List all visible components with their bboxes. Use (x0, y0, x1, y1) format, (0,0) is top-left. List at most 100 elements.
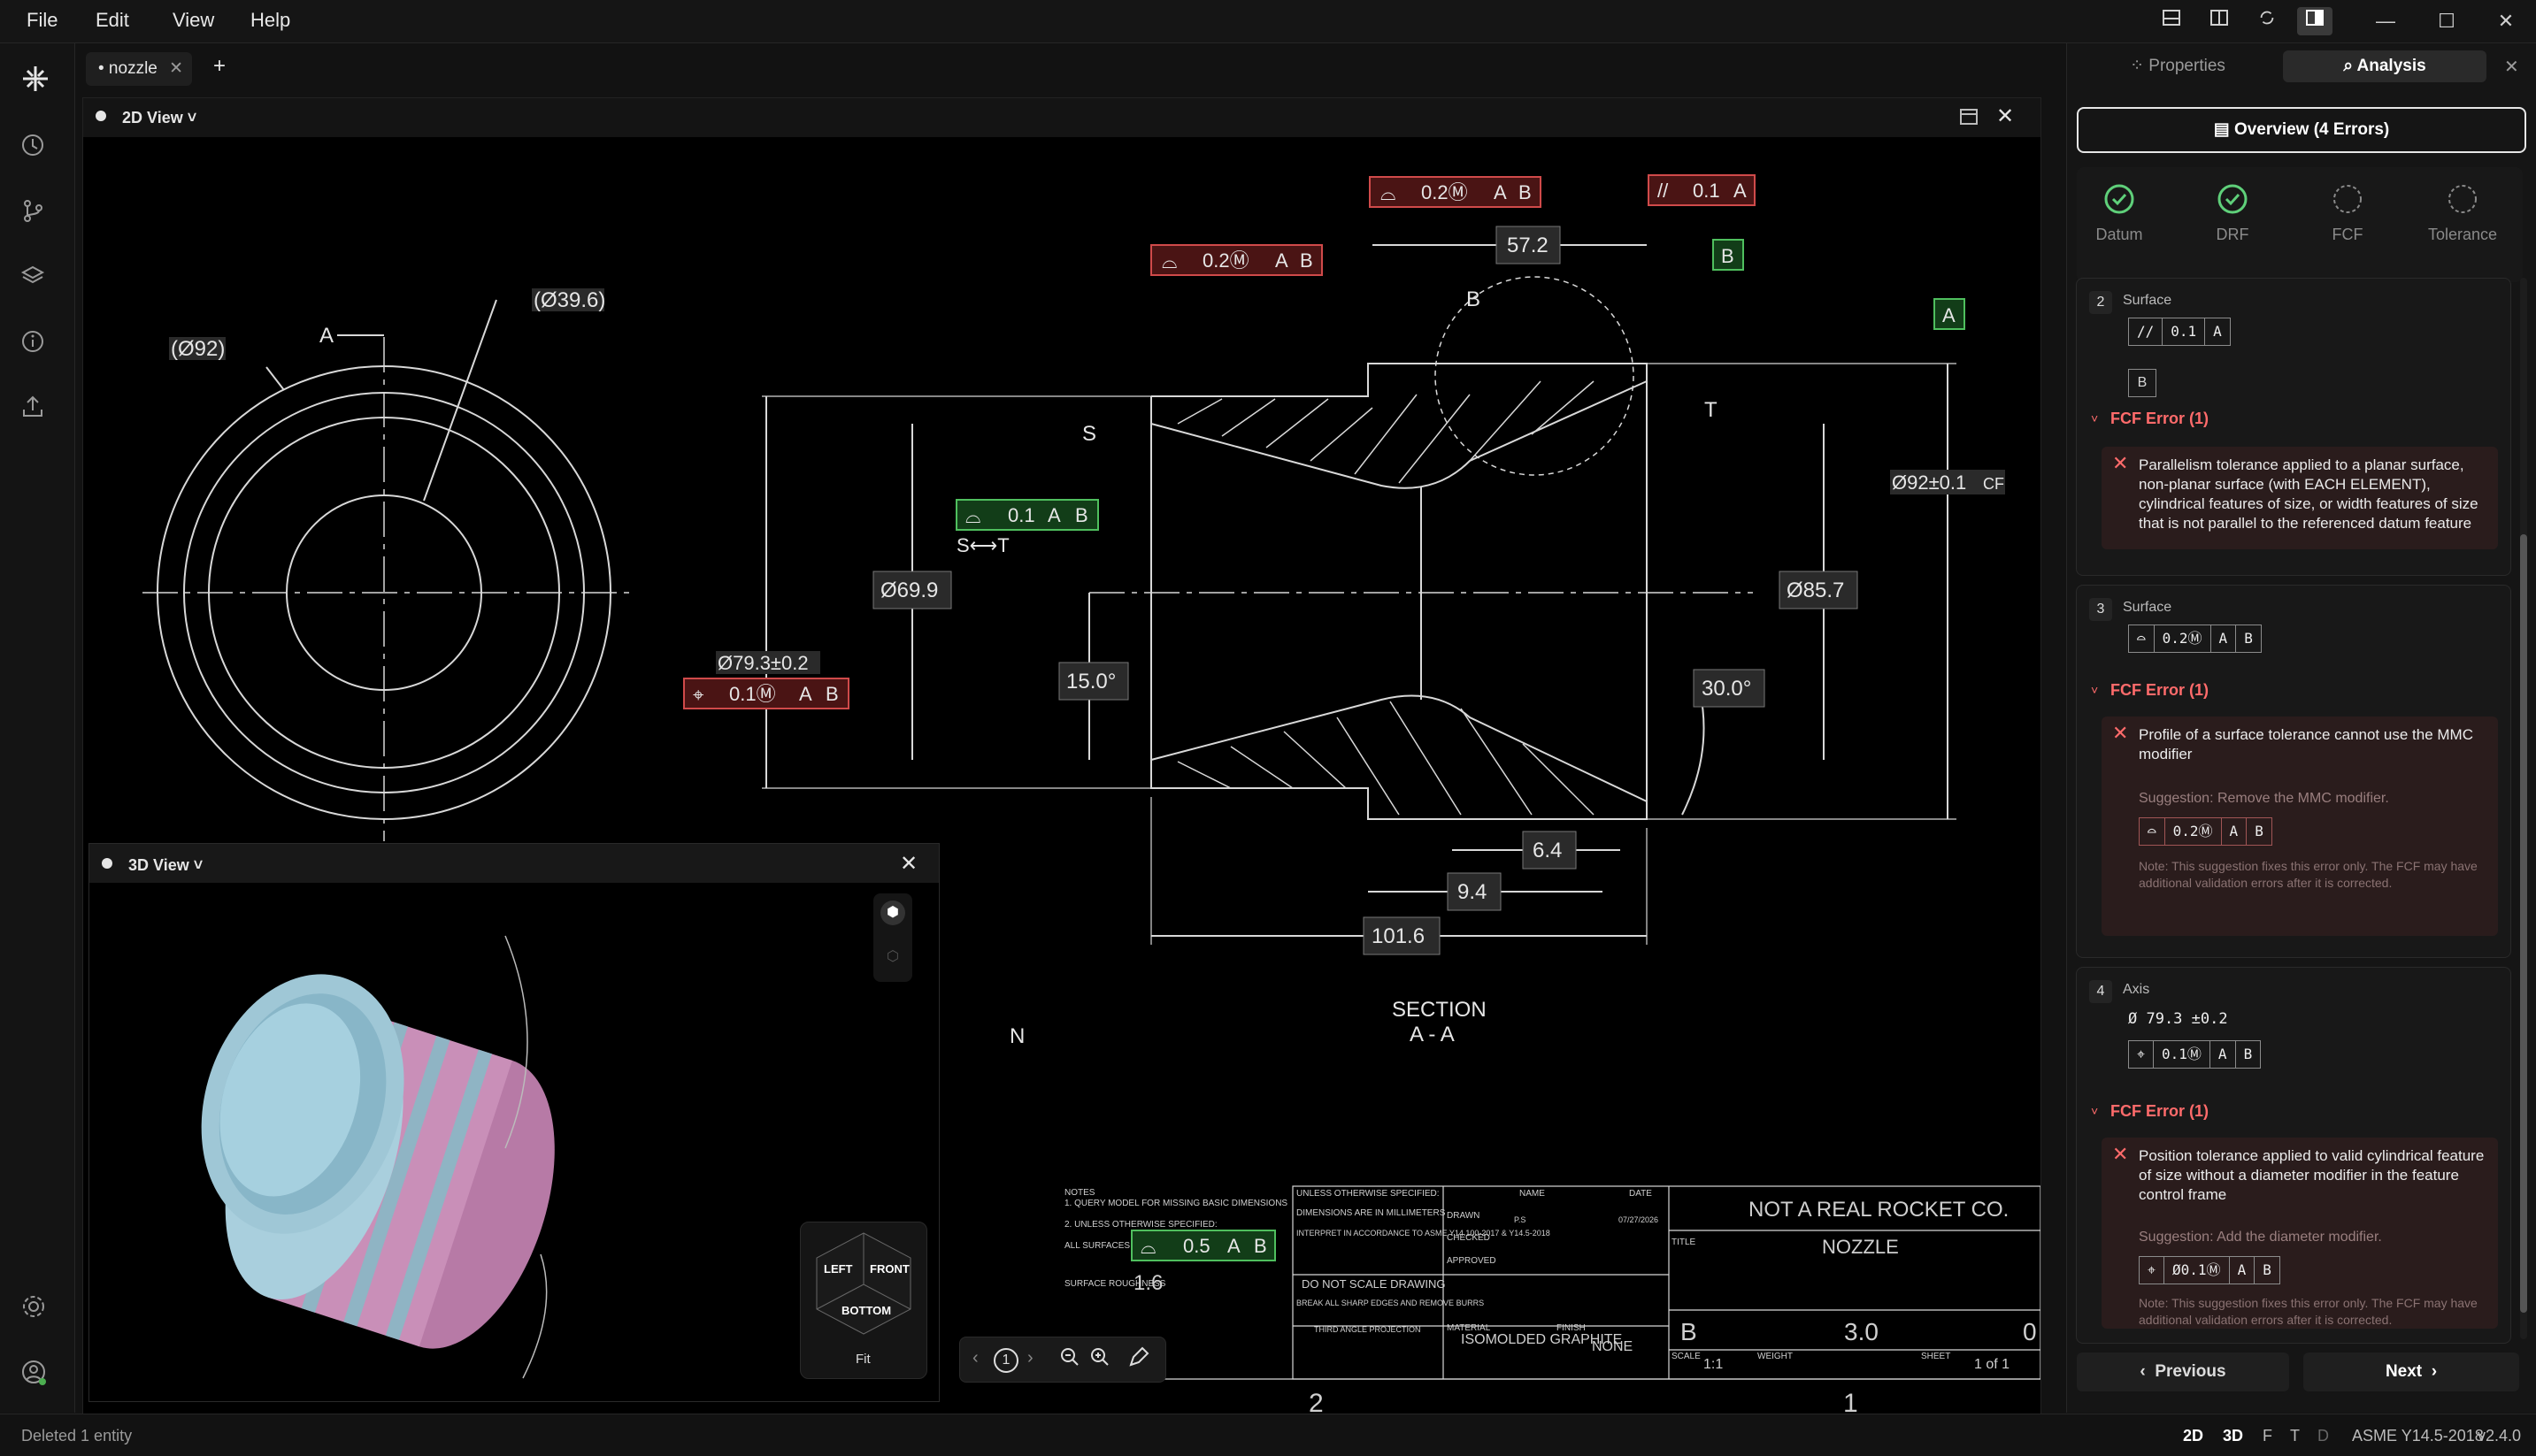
fcf-error-title[interactable]: FCF Error (1) (2110, 1102, 2209, 1121)
error-card-2[interactable]: 2 Surface //0.1 A B ˅ FCF Error (1) ✕ Par… (2076, 278, 2511, 576)
add-tab-button[interactable]: + (213, 54, 226, 79)
fcf-profile-top-left[interactable]: ⌓ 0.2Ⓜ A B (1150, 244, 1323, 276)
info-icon[interactable] (19, 328, 55, 364)
layout-split-icon[interactable] (2202, 7, 2237, 35)
chevron-down-icon[interactable]: ˅ (2091, 1104, 2098, 1118)
mode-2d-toggle[interactable]: 2D (2183, 1427, 2203, 1445)
mode-d-toggle[interactable]: D (2317, 1427, 2329, 1445)
card-fcf: //0.1 A (2128, 318, 2231, 346)
cube-front-face[interactable]: FRONT (870, 1262, 910, 1276)
svg-text:B: B (1075, 504, 1088, 526)
error-card-3[interactable]: 3 Surface ⌓ 0.2Ⓜ A B ˅ FCF Error (1) ✕ Prof… (2076, 585, 2511, 958)
page-number[interactable]: 1 (994, 1348, 1018, 1373)
view-cube[interactable] (811, 1230, 916, 1336)
cube-fit-button[interactable]: Fit (856, 1352, 871, 1367)
export-icon[interactable] (19, 394, 55, 429)
left-rail (0, 43, 75, 1413)
card-type: Surface (2123, 600, 2172, 615)
document-icon: ▤ (2213, 120, 2234, 139)
dim-angle-15[interactable]: 15.0° (1066, 670, 1116, 694)
suggestion-fcf[interactable]: ⌓ 0.2Ⓜ A B (2139, 817, 2272, 846)
overview-button[interactable]: ▤ Overview (4 Errors) (2077, 107, 2526, 153)
dim-d699[interactable]: Ø69.9 (880, 579, 938, 602)
validation-status-row: Datum DRF FCF Tolerance (2077, 167, 2523, 282)
error-message-box: ✕ Parallelism tolerance applied to a pla… (2102, 447, 2498, 549)
wireframe-view-icon[interactable]: ⬡ (880, 945, 905, 969)
view-3d-header: 3D View ˅ ✕ (89, 844, 939, 883)
view-3d-title[interactable]: 3D View ˅ (128, 856, 203, 875)
dim-572[interactable]: 57.2 (1507, 234, 1548, 257)
card-fcf: ⌓ 0.2Ⓜ A B (2128, 625, 2262, 653)
version-label: v2.4.0 (2478, 1427, 2522, 1445)
tb-finish: FINISH (1556, 1323, 1586, 1333)
tab-nozzle[interactable]: • nozzle ✕ (86, 52, 192, 86)
dim-d793[interactable]: Ø79.3±0.2 (718, 652, 809, 674)
fcf-error-title[interactable]: FCF Error (1) (2110, 410, 2209, 428)
minimize-icon[interactable]: — (2368, 7, 2403, 35)
panel-scrollbar-thumb[interactable] (2520, 534, 2527, 1313)
dim-angle-30[interactable]: 30.0° (1702, 677, 1751, 701)
sync-icon[interactable] (2249, 7, 2285, 35)
view-2d-close-icon[interactable]: ✕ (1996, 103, 2014, 129)
datum-b-box[interactable]: B (1712, 239, 1744, 271)
menu-help[interactable]: Help (250, 9, 290, 32)
mode-f-toggle[interactable]: F (2263, 1427, 2272, 1445)
dim-d396[interactable]: (Ø39.6) (534, 288, 605, 312)
menu-edit[interactable]: Edit (96, 9, 129, 32)
zoom-out-icon[interactable] (1059, 1346, 1080, 1372)
dim-d857[interactable]: Ø85.7 (1787, 579, 1844, 602)
fcf-position-left[interactable]: ⌖ 0.1Ⓜ A B (683, 678, 849, 709)
maximize-icon[interactable]: ☐ (2429, 7, 2464, 35)
app-logo-icon[interactable] (19, 63, 55, 98)
prev-page-icon[interactable]: ‹ (972, 1348, 979, 1368)
pencil-icon[interactable] (1126, 1346, 1149, 1374)
menu-file[interactable]: File (27, 9, 58, 32)
tb-title-val: NOZZLE (1822, 1236, 1899, 1258)
view-2d-title[interactable]: 2D View ˅ (122, 109, 196, 127)
menu-view[interactable]: View (173, 9, 214, 32)
chevron-down-icon[interactable]: ˅ (2091, 683, 2098, 697)
dim-d92-tol[interactable]: Ø92±0.1 (1892, 471, 1966, 494)
solid-view-icon[interactable]: ⬢ (880, 900, 905, 925)
layout-bottom-icon[interactable] (2154, 7, 2189, 35)
previous-button[interactable]: ‹ Previous (2077, 1353, 2289, 1391)
fcf-parallelism-top-right[interactable]: // 0.1 A (1648, 174, 1756, 206)
layout-right-panel-icon[interactable] (2297, 7, 2332, 35)
card-index: 2 (2089, 291, 2112, 314)
layers-icon[interactable] (19, 263, 55, 298)
dim-64[interactable]: 6.4 (1533, 839, 1562, 862)
tab-analysis[interactable]: ⌕ Analysis (2283, 50, 2486, 82)
close-window-icon[interactable]: ✕ (2488, 7, 2524, 35)
account-icon[interactable] (19, 1358, 55, 1393)
tab-properties[interactable]: ⁘ Properties (2076, 50, 2279, 82)
next-page-icon[interactable]: › (1027, 1348, 1034, 1368)
fcf-profile-green[interactable]: ⌓ 0.1 A B (956, 499, 1099, 531)
datum-a-box[interactable]: A (1933, 298, 1965, 330)
cube-bottom-face[interactable]: BOTTOM (841, 1304, 891, 1317)
zoom-in-icon[interactable] (1089, 1346, 1110, 1372)
branch-icon[interactable] (19, 197, 55, 233)
document-tab-bar: • nozzle ✕ + (75, 43, 2053, 93)
view-2d-calendar-icon[interactable] (1957, 105, 1984, 130)
error-card-4[interactable]: 4 Axis Ø 79.3 ±0.2 ⌖ 0.1Ⓜ A B ˅ FCF Error (… (2076, 967, 2511, 1344)
fcf-error-title[interactable]: FCF Error (1) (2110, 681, 2209, 700)
suggestion-fcf[interactable]: ⌖ Ø0.1Ⓜ A B (2139, 1256, 2280, 1284)
view-3d-close-icon[interactable]: ✕ (900, 851, 918, 877)
panel-close-icon[interactable]: ✕ (2504, 56, 2519, 78)
next-button[interactable]: Next › (2303, 1353, 2519, 1391)
chevron-down-icon[interactable]: ˅ (2091, 411, 2098, 425)
fcf-all-surfaces[interactable]: ⌓ 0.5 A B (1131, 1230, 1276, 1261)
cube-left-face[interactable]: LEFT (824, 1262, 853, 1276)
svg-text:B: B (1254, 1235, 1267, 1257)
fcf-profile-top-mid[interactable]: ⌓ 0.2Ⓜ A B (1369, 176, 1541, 208)
settings-icon[interactable] (19, 1292, 55, 1328)
dim-94[interactable]: 9.4 (1457, 880, 1487, 904)
history-icon[interactable] (19, 132, 55, 167)
dim-1016[interactable]: 101.6 (1372, 924, 1425, 948)
status-fcf-label: FCF (2332, 226, 2363, 243)
panel-scrollbar[interactable] (2520, 278, 2527, 1339)
mode-t-toggle[interactable]: T (2290, 1427, 2300, 1445)
dim-d92[interactable]: (Ø92) (171, 337, 225, 361)
tab-close-icon[interactable]: ✕ (169, 52, 183, 86)
mode-3d-toggle[interactable]: 3D (2223, 1427, 2243, 1445)
